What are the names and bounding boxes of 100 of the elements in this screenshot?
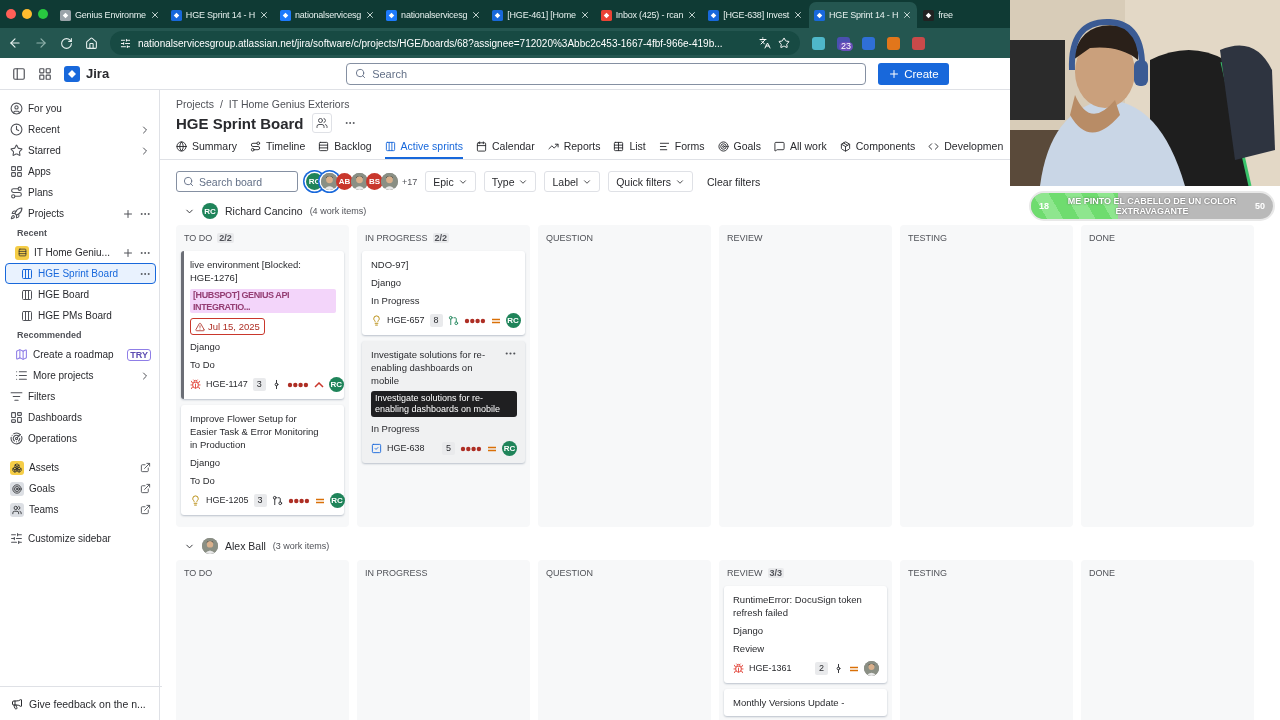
- column-title: DONE: [1089, 568, 1115, 578]
- column-title: DONE: [1089, 233, 1115, 243]
- sidebar-item[interactable]: Create a roadmap TRY: [5, 344, 156, 365]
- sidebar-item[interactable]: Customize sidebar: [5, 528, 156, 549]
- nav-tab[interactable]: Backlog: [318, 135, 372, 159]
- app-name: Jira: [86, 66, 110, 81]
- nav-tab[interactable]: Reports: [547, 135, 601, 159]
- browser-tab[interactable]: nationalservicesg: [381, 2, 487, 28]
- work-item-card[interactable]: Investigate solutions for re-enabling dashboards on mobile Investigate solutions for re-enabling dashboards on mobile In Progress HGE-638 5 RC: [362, 341, 525, 463]
- sidebar-item[interactable]: For you: [5, 98, 156, 119]
- breadcrumb-link[interactable]: IT Home Genius Exteriors: [228, 98, 350, 110]
- browser-tab[interactable]: free: [918, 2, 958, 28]
- column-count: 3/3: [767, 568, 785, 578]
- user-avatar[interactable]: RC: [202, 203, 218, 219]
- browser-tab[interactable]: [HGE-461] [Home: [487, 2, 595, 28]
- sidebar-item[interactable]: Projects: [5, 203, 156, 224]
- work-item-card[interactable]: RuntimeError: DocuSign token refresh failed Django Review HGE-1361 2: [724, 586, 887, 683]
- card-title: RuntimeError: DocuSign token refresh failed: [733, 593, 863, 619]
- issue-key[interactable]: HGE-1361: [749, 662, 810, 675]
- nav-tab[interactable]: All work: [773, 135, 827, 159]
- address-bar[interactable]: nationalservicesgroup.atlassian.net/jira/software/c/projects/HGE/boards/68?assignee=712020%3Abbc2c453-1667-4fbf-966e-419b...: [110, 31, 800, 55]
- card-status: In Progress: [371, 294, 421, 307]
- nav-tab[interactable]: Active sprints: [384, 135, 464, 159]
- epic-label: [HUBSPOT] GENIUS API INTEGRATIO...: [190, 289, 336, 313]
- card-title: Improve Flower Setup for Easier Task & Error Monitoring in Production: [190, 412, 320, 451]
- filter-dropdown[interactable]: Type: [483, 171, 537, 192]
- column-count: 2/2: [217, 233, 234, 243]
- sidebar-board[interactable]: HGE Sprint Board: [5, 263, 156, 284]
- sidebar-item[interactable]: Teams: [5, 499, 156, 520]
- column-title: IN PROGRESS: [365, 233, 428, 243]
- work-item-card[interactable]: NDO-97] Django In Progress HGE-657 8 RC: [362, 251, 525, 335]
- user-avatar[interactable]: AB: [336, 173, 353, 190]
- sidebar-board[interactable]: HGE Board: [5, 284, 156, 305]
- user-avatar[interactable]: RC: [329, 493, 345, 508]
- browser-tab[interactable]: nationalservicesg: [274, 2, 381, 28]
- column-title: TO DO: [184, 568, 213, 578]
- browser-tab[interactable]: Genius Environme: [55, 2, 165, 28]
- sidebar-item[interactable]: Apps: [5, 161, 156, 182]
- feedback-link[interactable]: Give feedback on the n...: [29, 697, 146, 710]
- goal-text: ME PINTO EL CABELLO DE UN COLOR EXTRAVAGANTE: [1066, 196, 1238, 216]
- browser-tab[interactable]: [HGE-638] Invest: [703, 2, 809, 28]
- sidebar-item[interactable]: Plans: [5, 182, 156, 203]
- url-text: nationalservicesgroup.atlassian.net/jira/software/c/projects/HGE/boards/68?assignee=712020%3Abbc2c453-1667-4fbf-966e-419b...: [138, 37, 723, 49]
- issue-key[interactable]: HGE-1147: [206, 378, 248, 391]
- issue-key[interactable]: HGE-638: [387, 442, 437, 455]
- nav-tab[interactable]: Summary: [176, 135, 237, 159]
- more-avatars[interactable]: +17: [402, 176, 418, 187]
- sidebar-item[interactable]: Recent: [5, 119, 156, 140]
- sidebar-item[interactable]: Goals: [5, 478, 156, 499]
- story-points: 5: [442, 442, 455, 455]
- sidebar-item[interactable]: More projects: [5, 365, 156, 386]
- user-avatar[interactable]: RC: [328, 377, 344, 392]
- swimlane-count: (3 work items): [272, 541, 330, 551]
- filter-dropdown[interactable]: Quick filters: [608, 171, 694, 192]
- user-avatar[interactable]: BS: [366, 173, 383, 190]
- nav-tab[interactable]: Goals: [717, 135, 761, 159]
- tooltip: Investigate solutions for re-enabling dashboards on mobile: [371, 391, 517, 417]
- user-avatar[interactable]: RC: [502, 441, 517, 456]
- card-status: Review: [733, 642, 766, 655]
- sidebar-item[interactable]: Filters: [5, 386, 156, 407]
- work-item-card[interactable]: Improve Flower Setup for Easier Task & Error Monitoring in Production Django To Do HGE-1205 3 RC: [181, 405, 344, 515]
- nav-tab[interactable]: List: [613, 135, 646, 159]
- create-button[interactable]: Create: [878, 62, 949, 85]
- browser-tab[interactable]: HGE Sprint 14 - H: [165, 2, 274, 28]
- issue-key[interactable]: HGE-1205: [206, 494, 249, 507]
- clear-filters-button[interactable]: Clear filters: [701, 174, 767, 189]
- extension-icon[interactable]: 23: [837, 36, 850, 50]
- nav-tab[interactable]: Forms: [658, 135, 705, 159]
- card-component: Django: [371, 276, 403, 289]
- sidebar-heading: Recommended: [16, 329, 83, 342]
- breadcrumb-link[interactable]: Projects: [176, 98, 214, 110]
- search-field[interactable]: Search: [346, 62, 867, 85]
- nav-tab[interactable]: Components: [839, 135, 916, 159]
- sidebar-item[interactable]: Starred: [5, 140, 156, 161]
- sidebar-board[interactable]: HGE PMs Board: [5, 305, 156, 326]
- nav-tab[interactable]: Calendar: [476, 135, 535, 159]
- filter-dropdown[interactable]: Epic: [425, 171, 476, 192]
- issue-key[interactable]: HGE-657: [387, 314, 425, 327]
- story-points: 3: [252, 378, 266, 391]
- sidebar-heading: Recent: [16, 227, 48, 240]
- work-item-card[interactable]: Monthly Versions Update -: [724, 689, 887, 716]
- user-avatar[interactable]: RC: [505, 313, 521, 328]
- nav-tab[interactable]: Timeline: [249, 135, 306, 159]
- sidebar-item[interactable]: Operations: [5, 428, 156, 449]
- browser-tab[interactable]: HGE Sprint 14 - H: [809, 2, 918, 28]
- column-title: IN PROGRESS: [365, 568, 428, 578]
- card-title: live environment [Blocked: HGE-1276]: [190, 258, 302, 284]
- goal-current: 18: [1039, 201, 1049, 211]
- card-component: Django: [190, 340, 222, 353]
- sidebar-item[interactable]: Dashboards: [5, 407, 156, 428]
- search-field[interactable]: Search board: [176, 171, 298, 192]
- card-title: Monthly Versions Update -: [733, 696, 846, 709]
- filter-dropdown[interactable]: Label: [544, 171, 601, 192]
- browser-tab[interactable]: Inbox (425) - rcan: [595, 2, 703, 28]
- board-title: HGE Sprint Board: [176, 114, 304, 132]
- nav-tab[interactable]: Developmen: [928, 135, 1004, 159]
- sidebar-item[interactable]: Assets: [5, 457, 156, 478]
- card-component: Django: [733, 624, 765, 637]
- work-item-card[interactable]: live environment [Blocked: HGE-1276] [HUBSPOT] GENIUS API INTEGRATIO... Jul 15, 2025 Django To Do HGE-1147 3 RC: [181, 251, 344, 399]
- sidebar-project[interactable]: IT Home Geniu...: [5, 242, 156, 263]
